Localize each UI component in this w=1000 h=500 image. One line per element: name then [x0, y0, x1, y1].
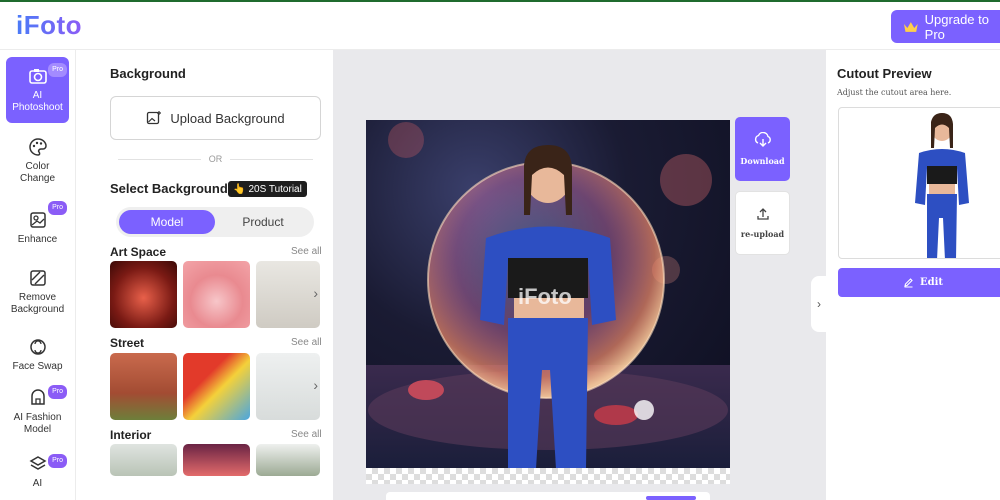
collapse-panel-button[interactable]: › [811, 276, 827, 332]
sidebar-item-label: Change [19, 173, 56, 184]
reupload-label: re-upload [740, 229, 785, 239]
upgrade-label: Upgrade to Pro [924, 11, 989, 42]
background-panel: Background Upload Background OR Select B… [76, 50, 332, 500]
background-type-tabs: Model Product [116, 207, 314, 237]
upload-background-label: Upload Background [170, 110, 285, 126]
background-thumbnail[interactable] [183, 261, 250, 328]
sidebar-item-label: Color [25, 161, 50, 172]
tutorial-label: 20S Tutorial [248, 183, 302, 195]
sidebar-item-ai-fashion-model[interactable]: Pro AI Fashion Model [6, 379, 69, 445]
panel-title: Background [110, 66, 186, 81]
upload-icon [756, 208, 769, 220]
sidebar-item-label: Remove [18, 292, 57, 303]
or-divider: OR [118, 153, 313, 165]
see-all-link[interactable]: See all [291, 246, 322, 257]
sidebar-item-color-change[interactable]: Color Change [6, 128, 69, 194]
sidebar-item-label: AI Fashion [13, 412, 62, 423]
pro-badge: Pro [48, 454, 67, 468]
thumbnail-row [110, 444, 320, 476]
header: iFoto Upgrade to Pro [0, 2, 1000, 50]
tutorial-badge[interactable]: 👆 20S Tutorial [228, 181, 307, 197]
or-text: OR [208, 154, 223, 164]
category-title: Street [110, 336, 145, 350]
edit-label: Edit [919, 277, 944, 288]
pro-badge: Pro [48, 63, 67, 77]
see-all-link[interactable]: See all [291, 429, 322, 440]
edit-button[interactable]: Edit [838, 268, 1000, 297]
sidebar-item-label: Enhance [17, 234, 58, 245]
category-title: Art Space [110, 245, 167, 259]
watermark: iFoto [518, 284, 572, 309]
thumbnail-row: › [110, 261, 320, 328]
sidebar-item-ai-photoshoot[interactable]: Pro AI Photoshoot [6, 57, 69, 123]
crown-icon [903, 21, 918, 32]
pencil-icon [904, 278, 913, 288]
sidebar-item-label: AI [32, 478, 43, 489]
sidebar-item-label: Face Swap [12, 361, 63, 372]
bottom-toolbar [386, 492, 710, 500]
cutout-preview-subtitle: Adjust the cutout area here. [837, 88, 952, 97]
sidebar-item-label: Photoshoot [12, 102, 63, 113]
pro-badge: Pro [48, 201, 67, 215]
camera-icon [28, 69, 47, 84]
chevron-right-icon[interactable]: › [313, 377, 318, 393]
category-title: Interior [110, 428, 152, 442]
background-thumbnail[interactable] [183, 353, 250, 420]
upload-background-button[interactable]: Upload Background [110, 96, 321, 140]
chevron-right-icon[interactable]: › [313, 285, 318, 301]
layers-icon [28, 456, 47, 470]
background-thumbnail[interactable] [183, 444, 250, 476]
cutout-preview-title: Cutout Preview [837, 66, 932, 81]
hanger-icon [30, 389, 45, 405]
reupload-button[interactable]: re-upload [735, 191, 790, 255]
result-image[interactable]: iFoto [366, 120, 730, 469]
hand-icon: 👆 [233, 183, 246, 195]
sidebar-item-remove-background[interactable]: Remove Background [6, 259, 69, 325]
remove-bg-icon [29, 270, 46, 286]
sidebar-item-label: Background [10, 304, 65, 315]
pro-badge: Pro [48, 385, 67, 399]
sidebar-item-label: Model [23, 424, 52, 435]
download-button[interactable]: Download [735, 117, 790, 181]
palette-icon [28, 138, 47, 156]
tab-model[interactable]: Model [119, 210, 215, 234]
background-thumbnail[interactable] [256, 444, 320, 476]
cutout-figure [915, 113, 969, 258]
download-label: Download [740, 156, 785, 166]
chevron-right-icon: › [817, 297, 821, 311]
thumbnail-row: › [110, 353, 320, 420]
download-icon [754, 132, 771, 147]
upgrade-button[interactable]: Upgrade to Pro [891, 10, 1000, 43]
cutout-preview-panel: Cutout Preview Adjust the cutout area he… [826, 50, 1000, 500]
image-upload-icon [147, 111, 162, 125]
cutout-image[interactable] [838, 107, 1000, 259]
select-background-title: Select Background [110, 181, 228, 196]
background-thumbnail[interactable]: › [256, 261, 320, 328]
transparency-strip [366, 468, 730, 484]
background-thumbnail[interactable]: › [256, 353, 320, 420]
background-thumbnail[interactable] [110, 353, 177, 420]
sidebar: Pro AI Photoshoot Color Change Pro Enhan… [0, 50, 76, 500]
face-swap-icon [29, 339, 46, 355]
sidebar-item-ai[interactable]: Pro AI [6, 448, 69, 496]
see-all-link[interactable]: See all [291, 337, 322, 348]
sidebar-item-enhance[interactable]: Pro Enhance [6, 195, 69, 261]
background-thumbnail[interactable] [110, 444, 177, 476]
tab-product[interactable]: Product [215, 210, 311, 234]
logo[interactable]: iFoto [16, 10, 82, 41]
sidebar-item-label: AI [32, 90, 43, 101]
background-thumbnail[interactable] [110, 261, 177, 328]
toolbar-accent[interactable] [646, 496, 696, 500]
enhance-icon [29, 212, 46, 228]
